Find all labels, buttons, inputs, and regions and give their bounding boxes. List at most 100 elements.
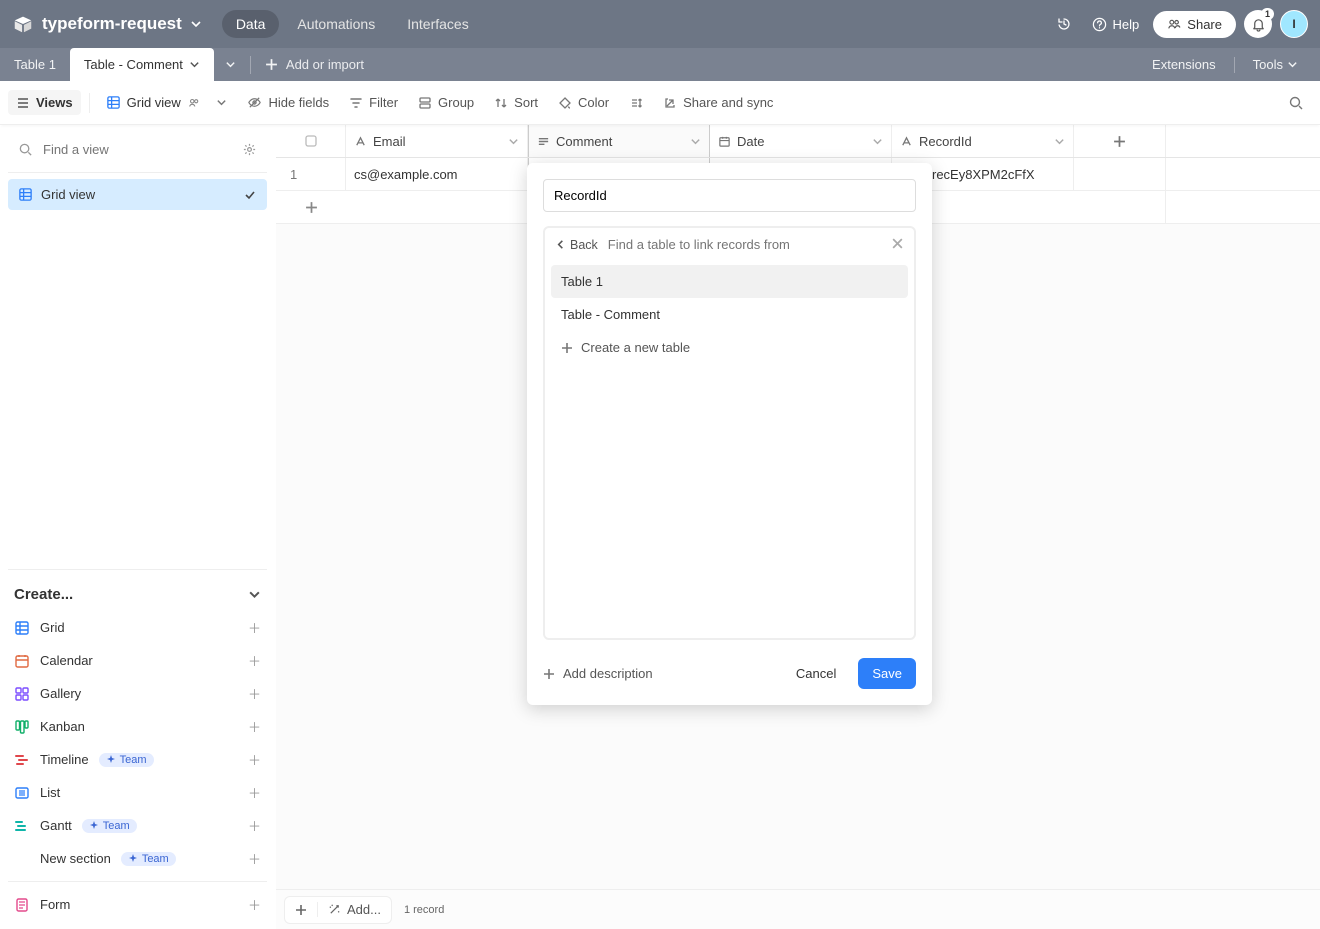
- history-button[interactable]: [1050, 10, 1078, 38]
- filter-button[interactable]: Filter: [341, 90, 406, 115]
- search-icon: [1288, 95, 1304, 111]
- link-search-input[interactable]: [606, 236, 883, 253]
- chevron-down-icon: [190, 18, 202, 30]
- add-or-import[interactable]: Add or import: [253, 48, 376, 81]
- create-calendar-label: Calendar: [40, 653, 93, 668]
- sort-button[interactable]: Sort: [486, 90, 546, 115]
- form-icon: [14, 897, 30, 913]
- filter-label: Filter: [369, 95, 398, 110]
- back-button[interactable]: Back: [555, 238, 598, 252]
- base-switcher[interactable]: typeform-request: [12, 13, 202, 35]
- extensions-button[interactable]: Extensions: [1142, 57, 1226, 72]
- save-button[interactable]: Save: [858, 658, 916, 689]
- tab-data[interactable]: Data: [222, 10, 280, 38]
- link-option-table1[interactable]: Table 1: [551, 265, 908, 298]
- create-form-label: Form: [40, 897, 70, 912]
- history-icon: [1056, 16, 1072, 32]
- create-new-table[interactable]: Create a new table: [551, 331, 908, 364]
- add-record[interactable]: [285, 904, 317, 916]
- tab-interfaces[interactable]: Interfaces: [393, 10, 482, 38]
- app-header: typeform-request Data Automations Interf…: [0, 0, 1320, 48]
- add-or-import-label: Add or import: [286, 57, 364, 72]
- cell-email[interactable]: cs@example.com: [346, 158, 528, 190]
- column-comment[interactable]: Comment: [528, 125, 710, 157]
- search-button[interactable]: [1280, 90, 1312, 116]
- gantt-icon: [14, 818, 30, 834]
- create-form[interactable]: Form ＋: [8, 888, 267, 921]
- group-button[interactable]: Group: [410, 90, 482, 115]
- field-name-input[interactable]: [543, 179, 916, 212]
- eye-off-icon: [247, 95, 262, 110]
- views-toggle[interactable]: Views: [8, 90, 81, 115]
- create-calendar[interactable]: Calendar ＋: [8, 644, 267, 677]
- create-header-label: Create...: [14, 586, 73, 603]
- chevron-down-icon[interactable]: [872, 136, 883, 147]
- sort-label: Sort: [514, 95, 538, 110]
- find-view[interactable]: [8, 133, 267, 166]
- create-grid-label: Grid: [40, 620, 65, 635]
- select-all-checkbox[interactable]: [276, 125, 346, 157]
- help-label: Help: [1113, 17, 1140, 32]
- sparkle-icon: [89, 821, 99, 831]
- color-button[interactable]: Color: [550, 90, 617, 115]
- hide-fields-button[interactable]: Hide fields: [239, 90, 337, 115]
- avatar[interactable]: I: [1280, 10, 1308, 38]
- grid-icon: [18, 187, 33, 202]
- chevron-down-icon[interactable]: [508, 136, 519, 147]
- add-column[interactable]: [1074, 125, 1166, 157]
- column-date-label: Date: [737, 134, 764, 149]
- back-label: Back: [570, 238, 598, 252]
- add-extension[interactable]: Add...: [317, 902, 391, 917]
- table-tab-comment-label: Table - Comment: [84, 57, 183, 72]
- row-height-button[interactable]: [621, 91, 651, 115]
- tools-button[interactable]: Tools: [1243, 57, 1308, 72]
- create-kanban[interactable]: Kanban ＋: [8, 710, 267, 743]
- create-gallery[interactable]: Gallery ＋: [8, 677, 267, 710]
- plus-icon: ＋: [248, 717, 261, 736]
- find-view-input[interactable]: [41, 141, 234, 158]
- create-grid[interactable]: Grid ＋: [8, 611, 267, 644]
- column-date[interactable]: Date: [710, 125, 892, 157]
- checkbox-icon: [305, 135, 317, 147]
- create-timeline[interactable]: Timeline Team ＋: [8, 743, 267, 776]
- share-button[interactable]: Share: [1153, 11, 1236, 38]
- share-icon: [663, 96, 677, 110]
- link-option-table-comment[interactable]: Table - Comment: [551, 298, 908, 331]
- link-table-panel: Back Table 1 Table - Comment Create a ne…: [543, 226, 916, 640]
- help-button[interactable]: Help: [1086, 17, 1146, 32]
- plus-icon: ＋: [248, 849, 261, 868]
- table-tab-more[interactable]: [214, 48, 248, 81]
- group-icon: [418, 96, 432, 110]
- create-list[interactable]: List ＋: [8, 776, 267, 809]
- plus-icon: [265, 58, 278, 71]
- column-email[interactable]: Email: [346, 125, 528, 157]
- current-view[interactable]: Grid view: [98, 90, 236, 115]
- team-badge: Team: [121, 852, 176, 866]
- plus-icon: [295, 904, 307, 916]
- cancel-button[interactable]: Cancel: [782, 658, 850, 689]
- notifications-button[interactable]: 1: [1244, 10, 1272, 38]
- plus-icon: [543, 668, 555, 680]
- column-recordid[interactable]: RecordId: [892, 125, 1074, 157]
- current-view-label: Grid view: [127, 95, 181, 110]
- chevron-down-icon[interactable]: [1054, 136, 1065, 147]
- create-gantt[interactable]: Gantt Team ＋: [8, 809, 267, 842]
- tab-automations[interactable]: Automations: [283, 10, 389, 38]
- table-tab-1[interactable]: Table 1: [0, 48, 70, 81]
- close-button[interactable]: [891, 237, 904, 253]
- sort-icon: [494, 96, 508, 110]
- create-section: Create... Grid ＋ Calendar ＋ Gallery ＋ Ka…: [8, 569, 267, 921]
- create-list-label: List: [40, 785, 60, 800]
- share-sync-button[interactable]: Share and sync: [655, 90, 781, 115]
- views-sidebar: Grid view Create... Grid ＋ Calendar ＋ Ga…: [0, 125, 276, 929]
- chevron-down-icon[interactable]: [690, 136, 701, 147]
- create-toggle[interactable]: Create...: [8, 578, 267, 611]
- add-description[interactable]: Add description: [543, 666, 653, 681]
- table-tab-comment[interactable]: Table - Comment: [70, 48, 214, 81]
- text-icon: [354, 135, 367, 148]
- kanban-icon: [14, 719, 30, 735]
- sidebar-view-grid[interactable]: Grid view: [8, 179, 267, 210]
- hide-fields-label: Hide fields: [268, 95, 329, 110]
- gear-icon[interactable]: [242, 142, 257, 157]
- create-new-section[interactable]: New section Team ＋: [8, 842, 267, 875]
